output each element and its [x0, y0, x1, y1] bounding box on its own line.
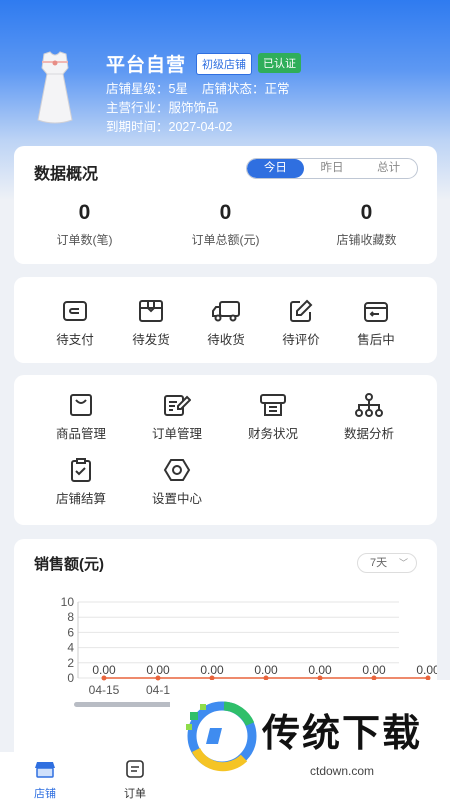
chevron-down-icon: ﹀ — [398, 558, 408, 568]
rating-status-line: 店铺星级：5星 店铺状态：正常 — [106, 78, 290, 97]
hexagon-icon — [163, 459, 191, 481]
data-label: 0.00 — [254, 663, 278, 677]
watermark-text: 传统下载 — [262, 711, 423, 755]
stat-order-count[interactable]: 0 订单数(笔) — [14, 201, 155, 248]
watermark: 传统下载 ctdown.com — [170, 680, 450, 800]
data-label: 0.00 — [200, 663, 224, 677]
y-tick-label: 2 — [67, 656, 74, 670]
expire-value: 2027-04-02 — [168, 120, 233, 134]
settings-center-label: 设置中心 — [151, 492, 202, 506]
finance-status-label: 财务状况 — [247, 427, 298, 441]
data-label: 0.00 — [146, 663, 170, 677]
product-management-label: 商品管理 — [55, 427, 106, 441]
order-status-card: 待支付 待发货 待收货 待评价 售后中 — [14, 277, 437, 363]
return-icon — [364, 302, 388, 322]
data-label: 0.00 — [416, 663, 437, 677]
industry-value: 服饰饰品 — [168, 101, 219, 115]
stat-value: 0 — [78, 201, 91, 224]
stat-favorites[interactable]: 0 店铺收藏数 — [296, 201, 437, 248]
printer-icon — [260, 394, 286, 416]
stat-label: 订单总额(元) — [191, 233, 260, 247]
tab-orders-label: 订单 — [124, 788, 146, 800]
tab-store-label: 店铺 — [34, 788, 56, 800]
range-value: 7天 — [370, 557, 388, 569]
order-edit-icon — [164, 395, 191, 416]
box-icon — [139, 300, 163, 322]
industry-line: 主营行业：服饰饰品 — [106, 97, 219, 116]
chart-data-labels: 0.00 0.00 0.00 0.00 0.00 0.00 0.00 — [92, 663, 437, 677]
tab-store[interactable]: 店铺 — [15, 760, 75, 800]
overview-title: 数据概况 — [34, 166, 99, 183]
settings-center-button[interactable]: 设置中心 — [132, 458, 222, 507]
dress-icon — [37, 51, 73, 124]
management-card: 商品管理 订单管理 财务状况 数据分析 店铺结算 设置中心 — [14, 375, 437, 525]
order-icon — [126, 760, 144, 778]
y-tick-label: 6 — [67, 625, 74, 639]
y-tick-label: 8 — [67, 610, 74, 624]
tab-total[interactable]: 总计 — [360, 159, 417, 178]
wallet-icon — [63, 301, 87, 321]
shop-name: 平台自营 — [106, 55, 187, 76]
industry-label: 主营行业： — [106, 101, 169, 115]
finance-status-button[interactable]: 财务状况 — [228, 393, 318, 442]
data-analysis-button[interactable]: 数据分析 — [324, 393, 414, 442]
chart-grid — [77, 601, 399, 679]
clipboard-check-icon — [71, 458, 91, 482]
stat-value: 0 — [219, 201, 232, 224]
data-label: 0.00 — [362, 663, 386, 677]
data-analysis-label: 数据分析 — [343, 427, 394, 441]
hierarchy-icon — [355, 393, 383, 417]
shop-header: 平台自营 初级店铺 已认证 店铺星级：5星 店铺状态：正常 主营行业：服饰饰品 到… — [0, 0, 450, 145]
tab-today[interactable]: 今日 — [247, 159, 304, 178]
range-select[interactable]: 7天 ﹀ — [357, 553, 417, 573]
sales-title: 销售额(元) — [34, 556, 104, 573]
tab-yesterday[interactable]: 昨日 — [304, 159, 361, 178]
after-sales-button[interactable]: 售后中 — [331, 299, 421, 348]
overview-card: 数据概况 今日 昨日 总计 0 订单数(笔) 0 订单总额(元) 0 店铺收藏数 — [14, 146, 437, 264]
expire-label: 到期时间： — [106, 120, 169, 134]
store-icon — [35, 762, 55, 778]
truck-icon — [212, 301, 240, 322]
rating-label: 店铺星级： — [106, 82, 169, 96]
period-segment: 今日 昨日 总计 — [246, 158, 418, 179]
watermark-logo — [186, 701, 257, 772]
product-management-button[interactable]: 商品管理 — [36, 393, 126, 442]
after-sales-label: 售后中 — [357, 333, 395, 347]
rating-value: 5星 — [168, 82, 188, 96]
expire-line: 到期时间：2027-04-02 — [106, 116, 232, 135]
x-tick-label: 04-1 — [146, 683, 170, 697]
edit-icon — [290, 299, 313, 322]
stat-value: 0 — [360, 201, 373, 224]
x-tick-label: 04-15 — [89, 683, 120, 697]
y-tick-label: 4 — [67, 641, 74, 655]
y-tick-label: 10 — [61, 595, 75, 609]
stat-label: 订单数(笔) — [56, 233, 113, 247]
shop-settlement-label: 店铺结算 — [55, 492, 106, 506]
shop-settlement-button[interactable]: 店铺结算 — [36, 458, 126, 507]
stat-label: 店铺收藏数 — [336, 233, 397, 247]
tab-orders[interactable]: 订单 — [105, 760, 165, 800]
bag-icon — [70, 394, 92, 416]
status-value: 正常 — [264, 82, 290, 96]
verified-badge: 已认证 — [258, 53, 301, 73]
y-axis-ticks: 024 6810 — [61, 595, 75, 685]
watermark-url: ctdown.com — [310, 764, 375, 778]
x-axis-ticks: 04-15 04-1 — [89, 683, 171, 697]
order-management-button[interactable]: 订单管理 — [132, 393, 222, 442]
stat-order-total[interactable]: 0 订单总额(元) — [155, 201, 296, 248]
order-management-label: 订单管理 — [151, 427, 202, 441]
level-badge: 初级店铺 — [196, 53, 252, 75]
status-label: 店铺状态： — [201, 82, 265, 96]
y-tick-label: 0 — [67, 671, 74, 685]
data-label: 0.00 — [92, 663, 116, 677]
data-label: 0.00 — [308, 663, 332, 677]
